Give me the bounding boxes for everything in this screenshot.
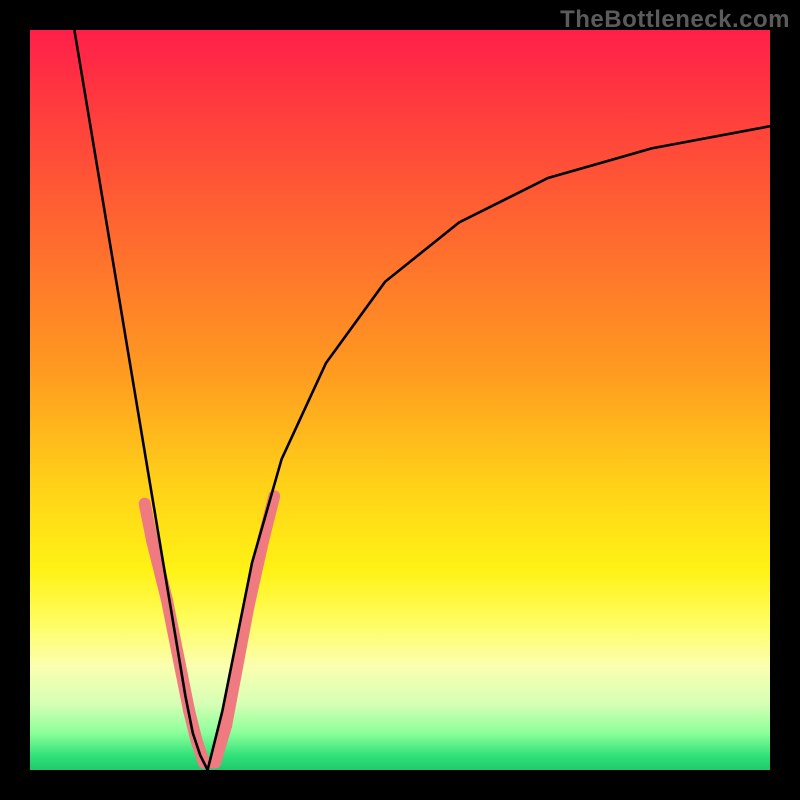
plot-area xyxy=(30,30,770,770)
bottleneck-curve-left xyxy=(74,30,207,770)
highlight-segment xyxy=(226,666,237,725)
highlight-markers xyxy=(145,496,275,762)
highlight-segment xyxy=(237,607,248,666)
curve-svg xyxy=(30,30,770,770)
bottleneck-curve-right xyxy=(208,126,770,770)
chart-frame: TheBottleneck.com xyxy=(0,0,800,800)
